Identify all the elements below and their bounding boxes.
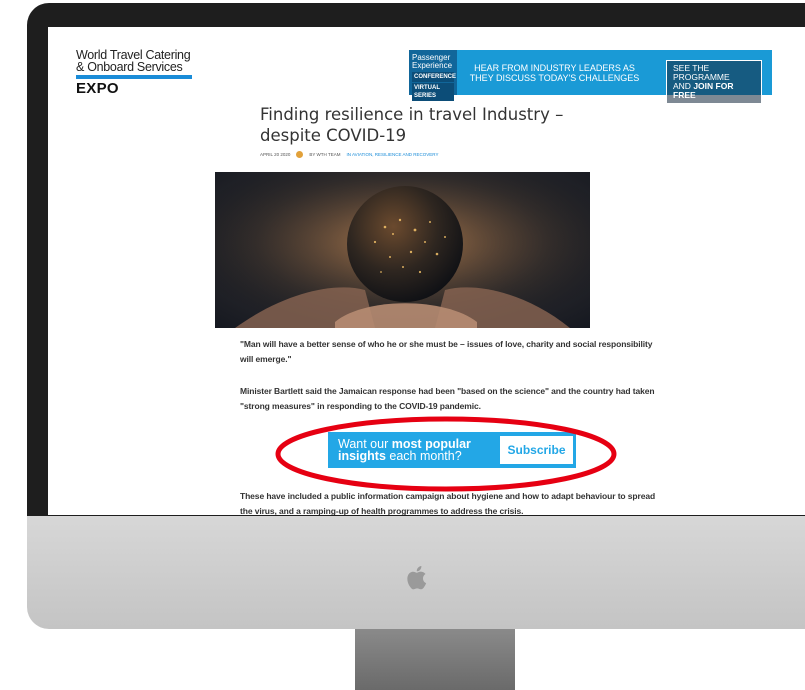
apple-icon (407, 566, 427, 590)
monitor-stand (355, 629, 515, 690)
